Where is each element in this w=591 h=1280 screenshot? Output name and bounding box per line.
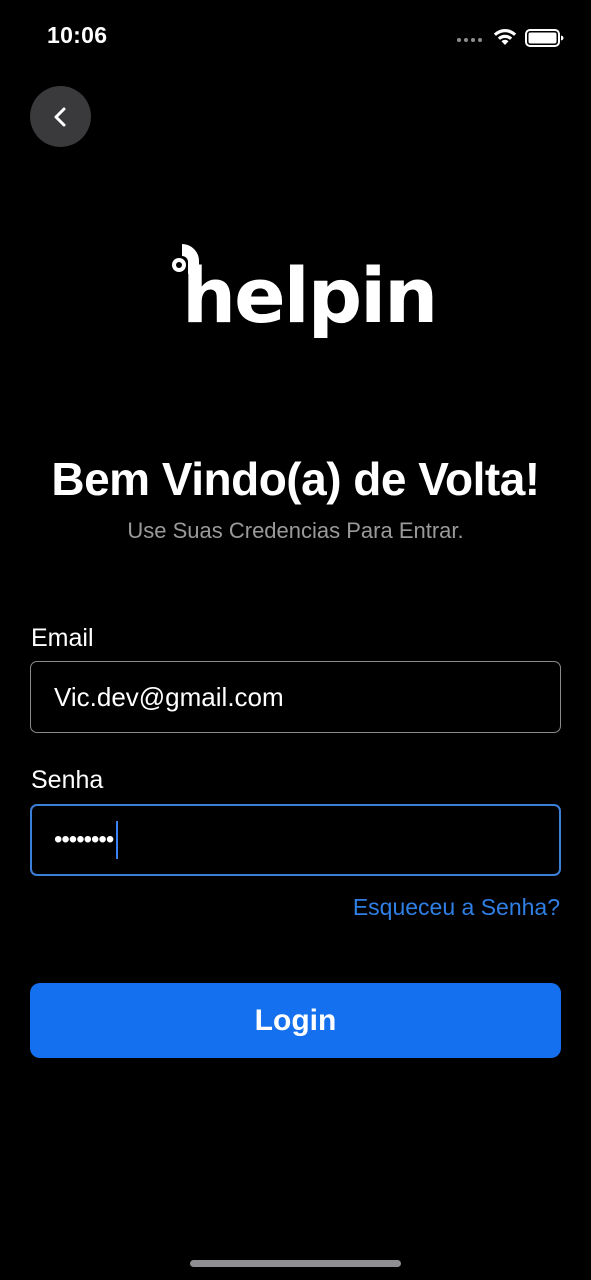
status-time: 10:06 (47, 22, 108, 48)
chevron-left-icon (54, 107, 65, 126)
wifi-icon (493, 29, 517, 45)
login-button[interactable]: Login (30, 983, 561, 1058)
password-value: •••••••• (54, 826, 114, 853)
signal-icon (457, 38, 482, 42)
status-bar: 10:06 (0, 0, 591, 76)
home-indicator (190, 1260, 401, 1267)
text-caret (116, 821, 119, 859)
forgot-password-link[interactable]: Esqueceu a Senha? (353, 894, 560, 921)
logo-text: helpin (182, 251, 438, 340)
battery-icon (525, 29, 564, 47)
password-value-wrap: •••••••• (54, 806, 119, 874)
email-field[interactable]: Vic.dev@gmail.com (30, 661, 561, 733)
page-title: Bem Vindo(a) de Volta! (51, 453, 540, 505)
back-button[interactable] (30, 86, 91, 147)
email-value: Vic.dev@gmail.com (54, 681, 284, 712)
password-field[interactable]: •••••••• (30, 804, 561, 876)
helpin-logo: helpin (168, 240, 438, 344)
page-subtitle: Use Suas Credencias Para Entrar. (127, 518, 464, 543)
password-label: Senha (31, 766, 104, 794)
email-label: Email (31, 624, 94, 652)
